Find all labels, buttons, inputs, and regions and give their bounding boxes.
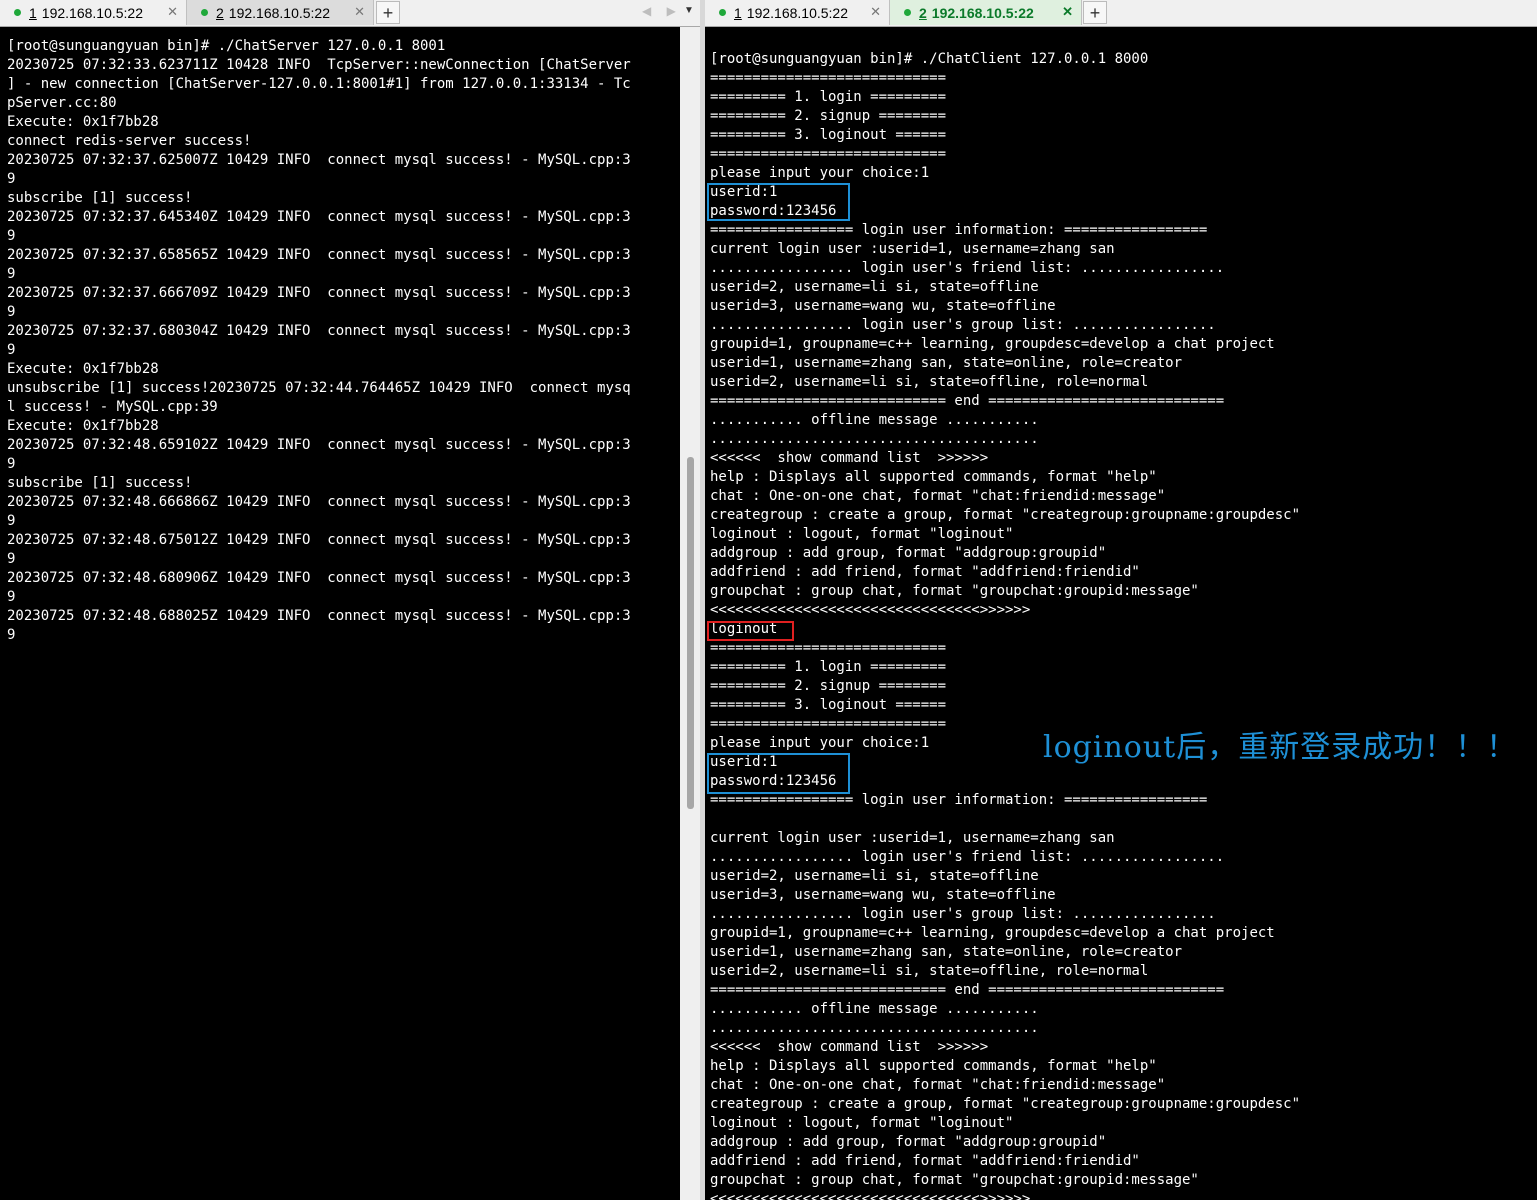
vertical-scrollbar[interactable] (680, 27, 700, 1200)
connected-status-icon (14, 9, 21, 16)
left-tab-bar: 1 192.168.10.5:22 ✕ 2 192.168.10.5:22 ✕ … (0, 0, 700, 27)
tab-number: 2 (919, 4, 927, 21)
close-tab-icon[interactable]: ✕ (1062, 4, 1073, 20)
right-tab-1[interactable]: 1 192.168.10.5:22 ✕ (705, 0, 890, 25)
close-tab-icon[interactable]: ✕ (870, 4, 881, 20)
left-tab-2[interactable]: 2 192.168.10.5:22 ✕ (187, 0, 374, 25)
tab-number: 1 (734, 4, 742, 21)
scrollbar-thumb[interactable] (687, 457, 694, 809)
first-login-credentials-highlight (707, 183, 850, 221)
tab-label: 192.168.10.5:22 (228, 4, 331, 21)
relogin-success-annotation: loginout后，重新登录成功！！！ (1043, 730, 1518, 765)
left-terminal-window: 1 192.168.10.5:22 ✕ 2 192.168.10.5:22 ✕ … (0, 0, 700, 1200)
server-log-text: [root@sunguangyuan bin]# ./ChatServer 12… (7, 38, 631, 643)
right-tab-2[interactable]: 2 192.168.10.5:22 ✕ (890, 0, 1082, 25)
left-tab-1[interactable]: 1 192.168.10.5:22 ✕ (0, 0, 187, 25)
loginout-command-highlight (707, 621, 794, 641)
add-tab-button[interactable]: + (1083, 1, 1107, 24)
tab-label: 192.168.10.5:22 (931, 4, 1034, 21)
server-terminal-output[interactable]: [root@sunguangyuan bin]# ./ChatServer 12… (0, 27, 680, 1200)
right-tab-bar: 1 192.168.10.5:22 ✕ 2 192.168.10.5:22 ✕ … (705, 0, 1537, 27)
close-tab-icon[interactable]: ✕ (167, 4, 178, 20)
tab-number: 2 (216, 4, 224, 21)
close-tab-icon[interactable]: ✕ (354, 4, 365, 20)
add-tab-button[interactable]: + (376, 1, 400, 24)
connected-status-icon (719, 9, 726, 16)
second-login-credentials-highlight (707, 753, 850, 794)
tab-number: 1 (29, 4, 37, 21)
tab-list-dropdown-icon[interactable]: ▼ (684, 5, 694, 16)
connected-status-icon (904, 9, 911, 16)
tab-label: 192.168.10.5:22 (746, 4, 849, 21)
connected-status-icon (201, 9, 208, 16)
tab-scroll-arrows[interactable]: ◀ ▶ (642, 4, 682, 18)
right-terminal-window: 1 192.168.10.5:22 ✕ 2 192.168.10.5:22 ✕ … (705, 0, 1537, 1200)
tab-label: 192.168.10.5:22 (41, 4, 144, 21)
